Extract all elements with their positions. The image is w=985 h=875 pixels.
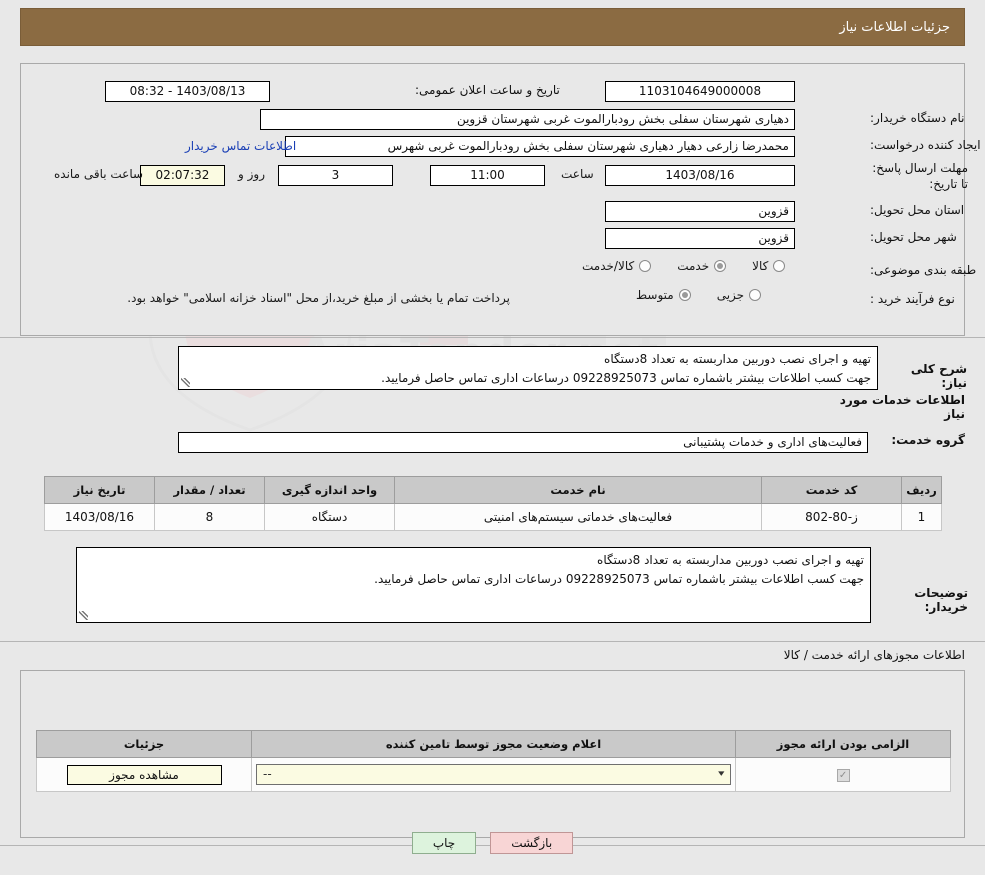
buyer-contact-link[interactable]: اطلاعات تماس خریدار [185,139,296,153]
deadline-hour-label: ساعت [561,167,594,181]
category-option-kala-khedmat[interactable]: کالا/خدمت [582,259,652,273]
need-number-field[interactable]: 1103104649000008 [605,81,795,102]
col-name: نام خدمت [394,476,762,504]
col-permit-required: الزامی بودن ارائه مجوز [735,730,951,758]
buyer-org-field[interactable]: دهیاری شهرستان سفلی بخش رودبارالموت غربی… [260,109,795,130]
col-radif: ردیف [901,476,942,504]
remaining-hours-label: ساعت باقی مانده [54,167,144,181]
permit-status-value: -- [263,767,272,781]
divider [0,337,985,338]
deadline-label-wrap: مهلت ارسال پاسخ: تا تاریخ: [868,160,968,192]
buyer-notes-label: توضیحات خریدار: [914,586,968,614]
creator-label: ایجاد کننده درخواست: [870,138,981,152]
cell-code: ز-80-802 [761,503,902,531]
radio-icon[interactable] [639,260,652,272]
col-date: تاریخ نیاز [44,476,155,504]
permits-table-wrap: الزامی بودن ارائه مجوز اعلام وضعیت مجوز … [36,730,951,792]
delivery-city-label: شهر محل تحویل: [870,230,957,244]
col-unit: واحد اندازه گیری [264,476,395,504]
services-section-heading: اطلاعات خدمات مورد نیاز [839,393,965,421]
creator-field[interactable]: محمدرضا زارعی دهیار دهیاری شهرستان سفلی … [285,136,795,157]
permit-status-select[interactable]: ▾ -- [256,764,731,785]
back-button[interactable]: بازگشت [490,832,574,854]
process-option-motevaset[interactable]: متوسط [636,288,691,302]
divider [0,641,985,642]
radio-icon[interactable] [678,289,691,301]
countdown-field: 02:07:32 [140,165,225,186]
process-option-label: متوسط [636,288,674,302]
purchase-process-label: نوع فرآیند خرید : [870,292,955,306]
delivery-province-field[interactable]: قزوین [605,201,795,222]
table-row: ✓ ▾ -- مشاهده مجوز [36,757,951,792]
category-option-label: کالا/خدمت [582,259,635,273]
view-permit-button[interactable]: مشاهده مجوز [66,764,222,785]
delivery-province-label: استان محل تحویل: [870,203,965,217]
province-label-wrap: استان محل تحویل: [870,202,964,218]
buyer-org-label-wrap: نام دستگاه خریدار: [870,110,965,126]
radio-icon[interactable] [749,289,762,301]
col-permit-status: اعلام وضعیت مجوز توسط تامین کننده [251,730,736,758]
deadline-date-field[interactable]: 1403/08/16 [605,165,795,186]
announce-datetime-field[interactable]: 1403/08/13 - 08:32 [105,81,270,102]
delivery-city-field[interactable]: قزوین [605,228,795,249]
announce-label-wrap: تاریخ و ساعت اعلان عمومی: [415,82,560,98]
process-option-jozei[interactable]: جزیی [716,288,762,302]
description-label: شرح کلی نیاز: [910,362,967,390]
category-option-label: کالا [752,259,769,273]
process-label-wrap: نوع فرآیند خرید : [870,291,955,307]
services-table: ردیف کد خدمت نام خدمت واحد اندازه گیری ت… [44,476,942,531]
cell-radif: 1 [901,503,942,531]
page-title: جزئیات اطلاعات نیاز [839,19,950,35]
category-option-khedmat[interactable]: خدمت [677,259,727,273]
buyer-notes-textarea[interactable]: تهیه و اجرای نصب دوربین مداربسته به تعدا… [76,547,871,623]
process-radio-group: جزیی متوسط [610,288,762,302]
remaining-days-field[interactable]: 3 [278,165,393,186]
city-label-wrap: شهر محل تحویل: [870,229,957,245]
cell-permit-required: ✓ [735,757,951,792]
window-title-bar: جزئیات اطلاعات نیاز [20,8,965,46]
category-option-label: خدمت [677,259,710,273]
category-label: طبقه بندی موضوعی: [870,263,977,277]
cell-unit: دستگاه [264,503,395,531]
service-group-label: گروه خدمت: [891,433,965,447]
print-button[interactable]: چاپ [411,832,477,854]
creator-label-wrap: ایجاد کننده درخواست: [870,137,981,153]
footer-buttons: بازگشت چاپ [0,832,985,854]
permits-table: الزامی بودن ارائه مجوز اعلام وضعیت مجوز … [36,730,951,792]
permits-table-header-row: الزامی بودن ارائه مجوز اعلام وضعیت مجوز … [36,730,951,758]
checkbox-icon: ✓ [836,769,850,783]
col-code: کد خدمت [761,476,902,504]
table-row: 1 ز-80-802 فعالیت‌های خدماتی سیستم‌های ا… [44,503,942,531]
category-radio-group: کالا خدمت کالا/خدمت [556,259,786,273]
permits-section-heading: اطلاعات مجوزهای ارائه خدمت / کالا [783,648,965,662]
col-permit-details: جزئیات [36,730,252,758]
category-label-wrap: طبقه بندی موضوعی: [870,262,976,278]
buyer-org-label: نام دستگاه خریدار: [870,111,965,125]
days-unit-label: روز و [238,167,265,181]
col-qty: تعداد / مقدار [154,476,265,504]
services-table-header-row: ردیف کد خدمت نام خدمت واحد اندازه گیری ت… [44,476,942,504]
process-option-label: جزیی [716,288,745,302]
services-table-wrap: ردیف کد خدمت نام خدمت واحد اندازه گیری ت… [44,476,942,531]
radio-icon[interactable] [773,260,786,272]
purchase-process-note: پرداخت تمام یا بخشی از مبلغ خرید،از محل … [127,291,510,305]
announce-datetime-label: تاریخ و ساعت اعلان عمومی: [415,83,560,97]
cell-permit-details: مشاهده مجوز [36,757,252,792]
chevron-down-icon: ▾ [718,769,725,779]
deadline-time-field[interactable]: 11:00 [430,165,545,186]
deadline-label: مهلت ارسال پاسخ: تا تاریخ: [872,161,968,192]
radio-icon[interactable] [714,260,727,272]
cell-name: فعالیت‌های خدماتی سیستم‌های امنیتی [394,503,762,531]
cell-permit-status: ▾ -- [251,757,736,792]
service-group-field[interactable]: فعالیت‌های اداری و خدمات پشتیبانی [178,432,868,453]
cell-qty: 8 [154,503,265,531]
category-option-kala[interactable]: کالا [752,259,786,273]
page-root: AriaTender.net جزئیات اطلاعات نیاز شماره… [0,0,985,875]
cell-date: 1403/08/16 [44,503,155,531]
description-textarea[interactable]: تهیه و اجرای نصب دوربین مداربسته به تعدا… [178,346,878,390]
